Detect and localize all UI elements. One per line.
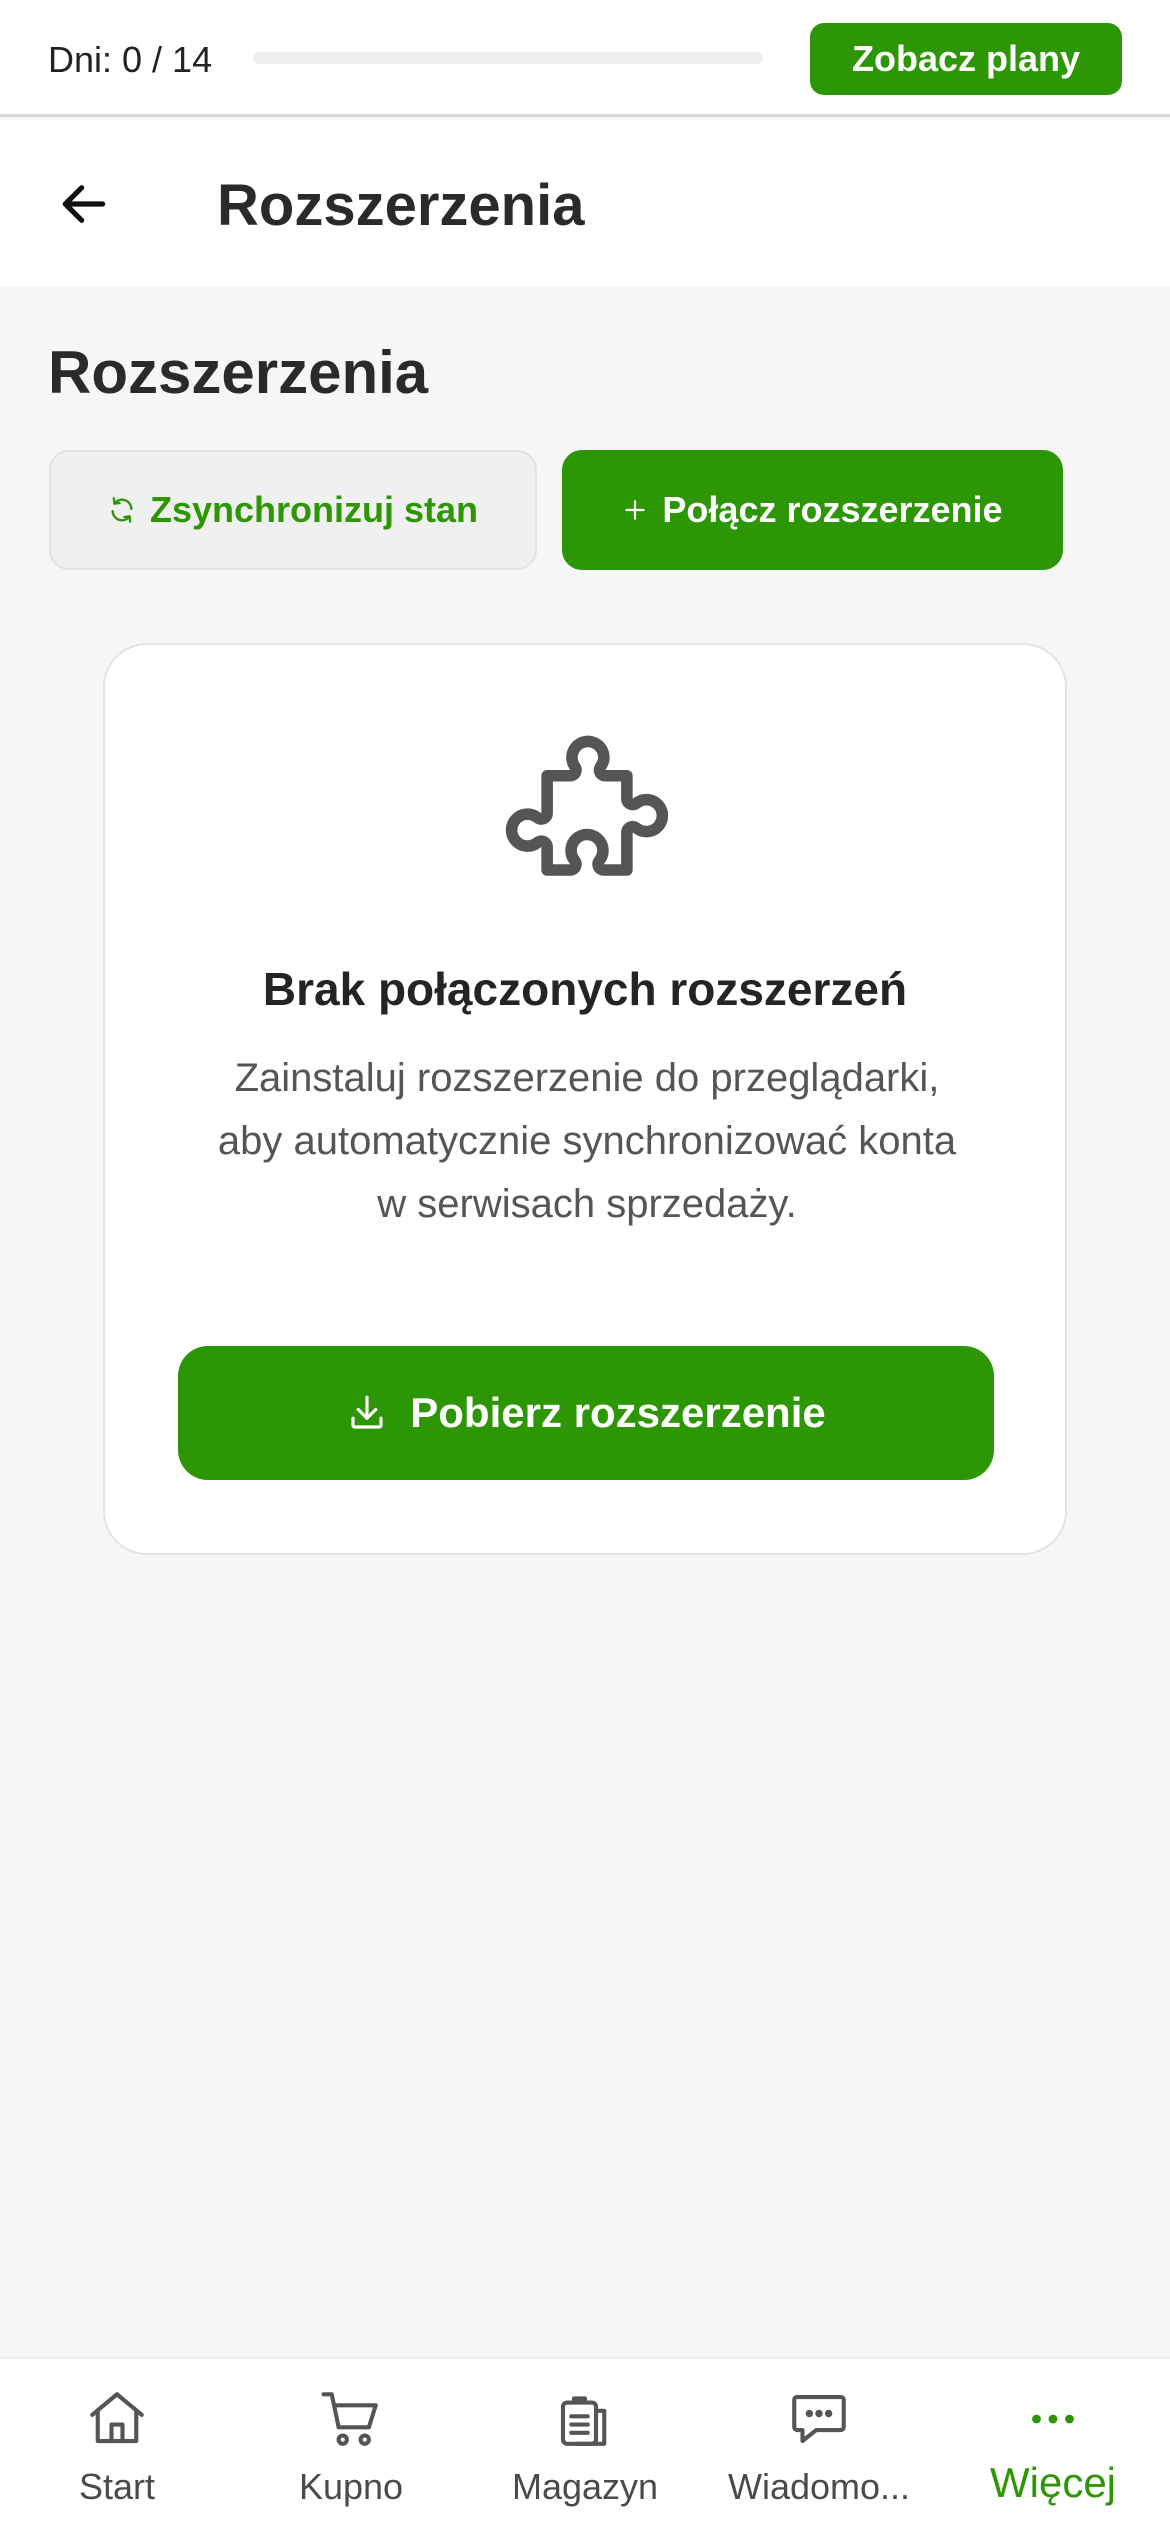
nav-item-magazyn[interactable]: Magazyn xyxy=(468,2359,702,2532)
page-title: Rozszerzenia xyxy=(217,173,585,238)
cart-icon xyxy=(321,2392,378,2446)
section-title: Rozszerzenia xyxy=(48,339,429,406)
app-header: Rozszerzenia xyxy=(0,120,1170,287)
back-button[interactable] xyxy=(40,160,128,248)
trial-progress-bar xyxy=(253,52,763,64)
nav-label-wiadomosci: Wiadomo... xyxy=(727,2466,911,2507)
puzzle-icon xyxy=(505,735,669,876)
refresh-icon xyxy=(111,497,133,523)
nav-label-wiecej: Więcej xyxy=(989,2459,1117,2506)
nav-item-wiadomosci[interactable]: Wiadomo... xyxy=(702,2359,936,2532)
extensions-screen: Dni: 0 / 14 Zobacz plany Rozszerzenia Ro… xyxy=(0,0,1170,2532)
nav-label-magazyn: Magazyn xyxy=(511,2466,659,2507)
empty-state-card: Brak połączonych rozszerzeń Zainstaluj r… xyxy=(103,643,1067,1555)
empty-state-title: Brak połączonych rozszerzeń xyxy=(262,963,908,1015)
trial-days-counter: Dni: 0 / 14 xyxy=(48,39,213,80)
empty-state-description: Zainstaluj rozszerzenie do przeglądarki,… xyxy=(217,1056,957,1226)
arrow-left-icon xyxy=(62,185,106,223)
more-icon xyxy=(1032,2414,1074,2424)
nav-label-kupno: Kupno xyxy=(298,2466,404,2507)
connect-extension-button[interactable]: Połącz rozszerzenie xyxy=(562,450,1063,570)
nav-item-wiecej[interactable]: Więcej xyxy=(936,2359,1170,2532)
plus-icon xyxy=(625,500,646,520)
sync-status-button[interactable]: Zsynchronizuj stan xyxy=(49,450,537,570)
clipboard-icon xyxy=(560,2396,607,2446)
download-extension-button[interactable]: Pobierz rozszerzenie xyxy=(178,1346,994,1480)
bottom-navigation: Start Kupno Magazyn Wiadomo... Więcej xyxy=(0,2357,1170,2532)
nav-item-start[interactable]: Start xyxy=(0,2359,234,2532)
see-plans-button[interactable]: Zobacz plany xyxy=(810,23,1122,95)
connect-extension-label: Połącz rozszerzenie xyxy=(662,489,1003,530)
sync-status-label: Zsynchronizuj stan xyxy=(149,489,479,530)
nav-label-start: Start xyxy=(78,2466,156,2507)
download-icon xyxy=(351,1395,383,1429)
home-icon xyxy=(90,2392,144,2444)
trial-bar: Dni: 0 / 14 Zobacz plany xyxy=(0,0,1170,117)
nav-item-kupno[interactable]: Kupno xyxy=(234,2359,468,2532)
chat-icon xyxy=(792,2394,846,2444)
download-extension-label: Pobierz rozszerzenie xyxy=(410,1389,826,1436)
